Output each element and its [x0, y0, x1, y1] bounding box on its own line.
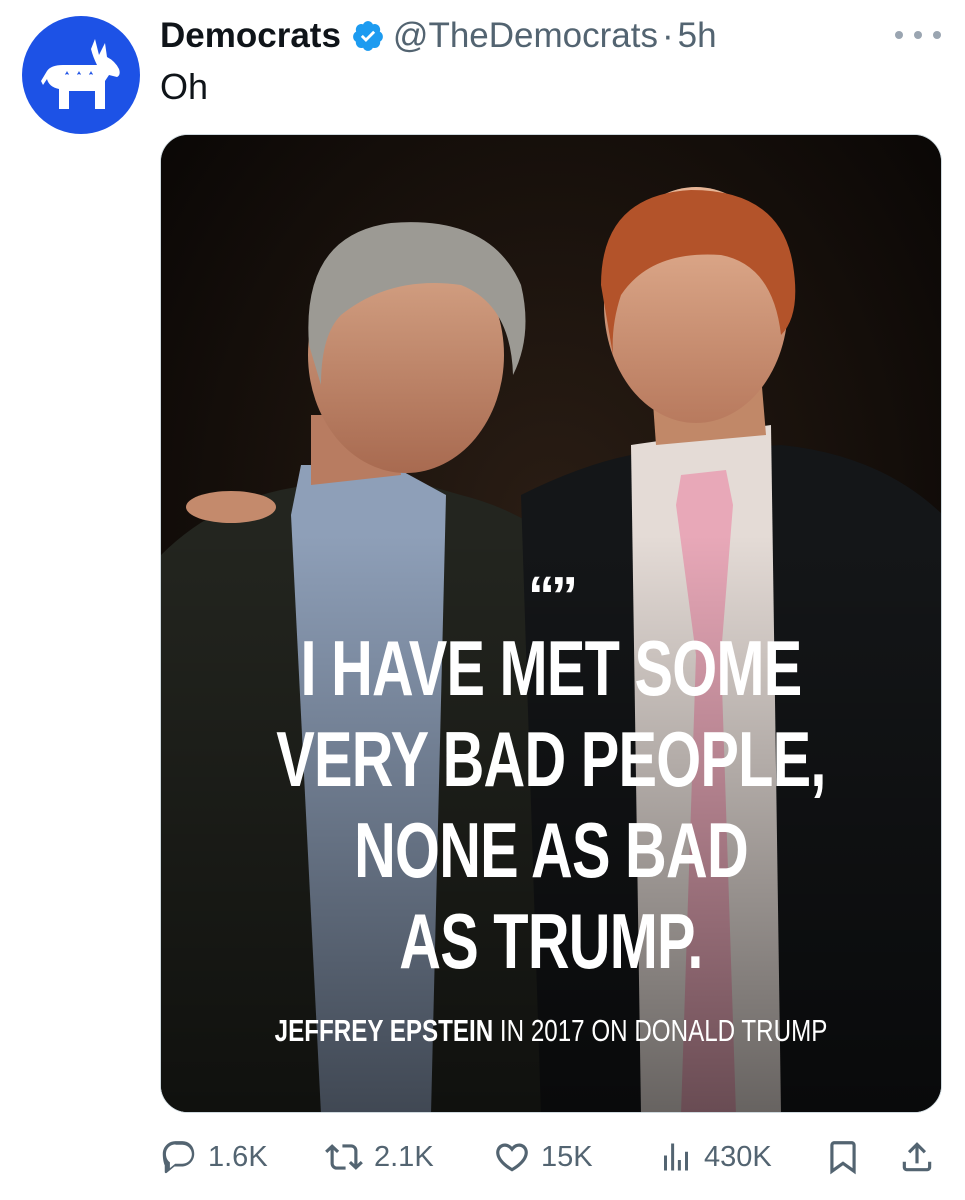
quote-line: AS TRUMP.: [399, 897, 703, 985]
quote-line: VERY BAD PEOPLE,: [276, 715, 826, 803]
quote-line: NONE AS BAD: [354, 806, 749, 894]
avatar[interactable]: [22, 16, 140, 134]
tweet-actions: 1.6K 2.1K 15K 430K: [160, 1132, 942, 1182]
reply-count: 1.6K: [208, 1140, 268, 1173]
views-count: 430K: [704, 1140, 772, 1173]
quote-attribution: JEFFREY EPSTEIN IN 2017 ON DONALD TRUMP: [247, 1013, 855, 1049]
views-chart-icon: [664, 1143, 688, 1171]
heart-icon: [496, 1143, 528, 1172]
attribution-rest: IN 2017 ON DONALD TRUMP: [493, 1013, 828, 1048]
share-button[interactable]: [898, 1132, 936, 1182]
like-count: 15K: [541, 1140, 593, 1173]
timestamp[interactable]: 5h: [678, 16, 717, 56]
attribution-name: JEFFREY EPSTEIN: [274, 1013, 494, 1048]
account-handle[interactable]: @TheDemocrats: [393, 16, 658, 56]
reply-button[interactable]: 1.6K: [160, 1132, 268, 1182]
repost-count: 2.1K: [374, 1140, 434, 1173]
bookmark-button[interactable]: [824, 1132, 862, 1182]
quote-text: I HAVE MET SOME VERY BAD PEOPLE, NONE AS…: [161, 623, 941, 987]
like-button[interactable]: 15K: [493, 1132, 593, 1182]
reply-icon: [162, 1141, 195, 1174]
donkey-logo-icon: [41, 39, 120, 109]
quote-line: I HAVE MET SOME: [300, 624, 803, 712]
views-button[interactable]: 430K: [658, 1132, 772, 1182]
repost-icon: [325, 1144, 363, 1170]
separator-dot: ·: [661, 16, 674, 55]
bookmark-icon: [830, 1141, 856, 1175]
more-options-icon[interactable]: [895, 20, 941, 50]
verified-badge-icon: [353, 21, 383, 51]
display-name[interactable]: Democrats: [160, 16, 341, 56]
tweet-image[interactable]: “” I HAVE MET SOME VERY BAD PEOPLE, NONE…: [160, 134, 942, 1113]
quote-mark: “”: [528, 566, 578, 626]
repost-button[interactable]: 2.1K: [324, 1132, 434, 1182]
tweet-text: Oh: [160, 66, 209, 107]
share-icon: [902, 1142, 932, 1172]
tweet-header: Democrats @TheDemocrats · 5h: [160, 14, 935, 58]
